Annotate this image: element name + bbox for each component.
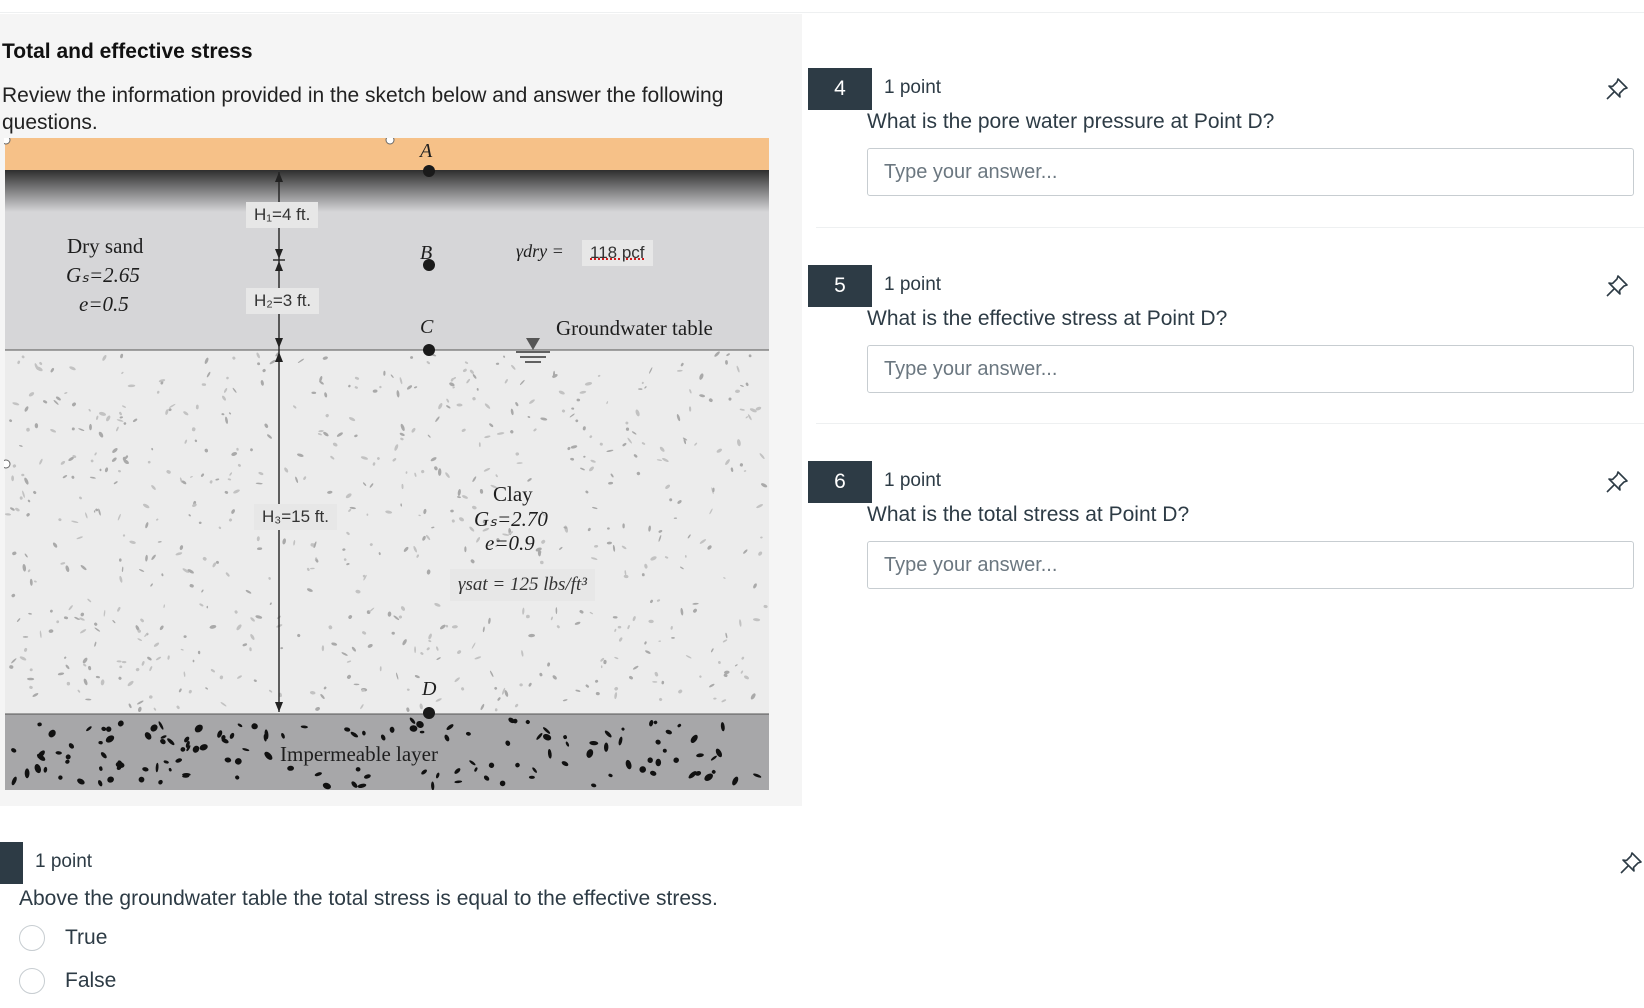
h2-label: H₂=3 ft.: [246, 288, 320, 314]
radio-button[interactable]: [19, 925, 45, 951]
true-false-question: 1 point Above the groundwater table the …: [0, 842, 1644, 1008]
question-divider: [816, 423, 1644, 424]
gamma-dry-value: 118 pcf: [582, 240, 653, 266]
question-points: 1 point: [884, 470, 942, 491]
surface-shadow: [5, 170, 769, 212]
answer-input[interactable]: [867, 148, 1634, 196]
question-5: 5 1 point What is the effective stress a…: [808, 265, 1644, 445]
image-handle[interactable]: [4, 459, 11, 469]
pin-icon[interactable]: [1604, 273, 1630, 299]
question-6: 6 1 point What is the total stress at Po…: [808, 461, 1644, 641]
impermeable-layer-label: Impermeable layer: [280, 742, 438, 766]
question-number: 6: [808, 461, 872, 503]
point-c-label: C: [420, 316, 434, 338]
point-c-marker: [423, 344, 435, 356]
gamma-sat-label: γsat = 125 lbs/ft³: [450, 569, 595, 601]
pin-icon[interactable]: [1618, 850, 1644, 876]
image-handle[interactable]: [385, 138, 395, 145]
question-points: 1 point: [35, 851, 93, 872]
clay-void-ratio: e=0.9: [485, 531, 535, 555]
top-divider: [0, 12, 1644, 13]
section-title: Total and effective stress: [2, 40, 253, 63]
image-handle[interactable]: [4, 138, 11, 145]
groundwater-table-label: Groundwater table: [556, 316, 713, 340]
h1-label: H₁=4 ft.: [246, 202, 319, 228]
section-intro: Review the information provided in the s…: [2, 84, 724, 134]
point-a-marker: [423, 165, 435, 177]
question-points: 1 point: [884, 274, 942, 295]
point-a-label: A: [420, 140, 433, 162]
point-d-marker: [423, 707, 435, 719]
question-divider: [816, 227, 1644, 228]
option-label[interactable]: True: [65, 926, 107, 950]
question-text: Above the groundwater table the total st…: [19, 887, 718, 910]
question-number: 4: [808, 68, 872, 110]
pin-icon[interactable]: [1604, 76, 1630, 102]
question-points: 1 point: [884, 77, 942, 98]
pin-icon[interactable]: [1604, 469, 1630, 495]
question-text: What is the total stress at Point D?: [867, 503, 1190, 526]
dry-sand-gs: Gₛ=2.65: [66, 263, 140, 287]
option-label[interactable]: False: [65, 969, 116, 993]
gamma-dry-symbol: γdry =: [516, 241, 564, 261]
clay-gs: Gₛ=2.70: [474, 507, 548, 531]
radio-button[interactable]: [19, 968, 45, 994]
point-b-label: B: [420, 242, 433, 264]
question-text: What is the pore water pressure at Point…: [867, 110, 1275, 133]
question-number: 5: [808, 265, 872, 307]
answer-input[interactable]: [867, 345, 1634, 393]
answer-input[interactable]: [867, 541, 1634, 589]
dry-sand-void-ratio: e=0.5: [79, 292, 129, 316]
point-d-label: D: [422, 678, 437, 700]
h3-label: H₃=15 ft.: [254, 504, 337, 530]
question-number-tab: [0, 842, 23, 884]
question-4: 4 1 point What is the pore water pressur…: [808, 68, 1644, 248]
dry-sand-name: Dry sand: [67, 234, 144, 258]
soil-profile-diagram: A B C D Dry sand Gₛ=2.65 e=0.5 H₁=4 ft. …: [4, 138, 772, 790]
clay-layer: [5, 350, 769, 714]
question-text: What is the effective stress at Point D?: [867, 307, 1228, 330]
clay-name: Clay: [493, 482, 533, 506]
